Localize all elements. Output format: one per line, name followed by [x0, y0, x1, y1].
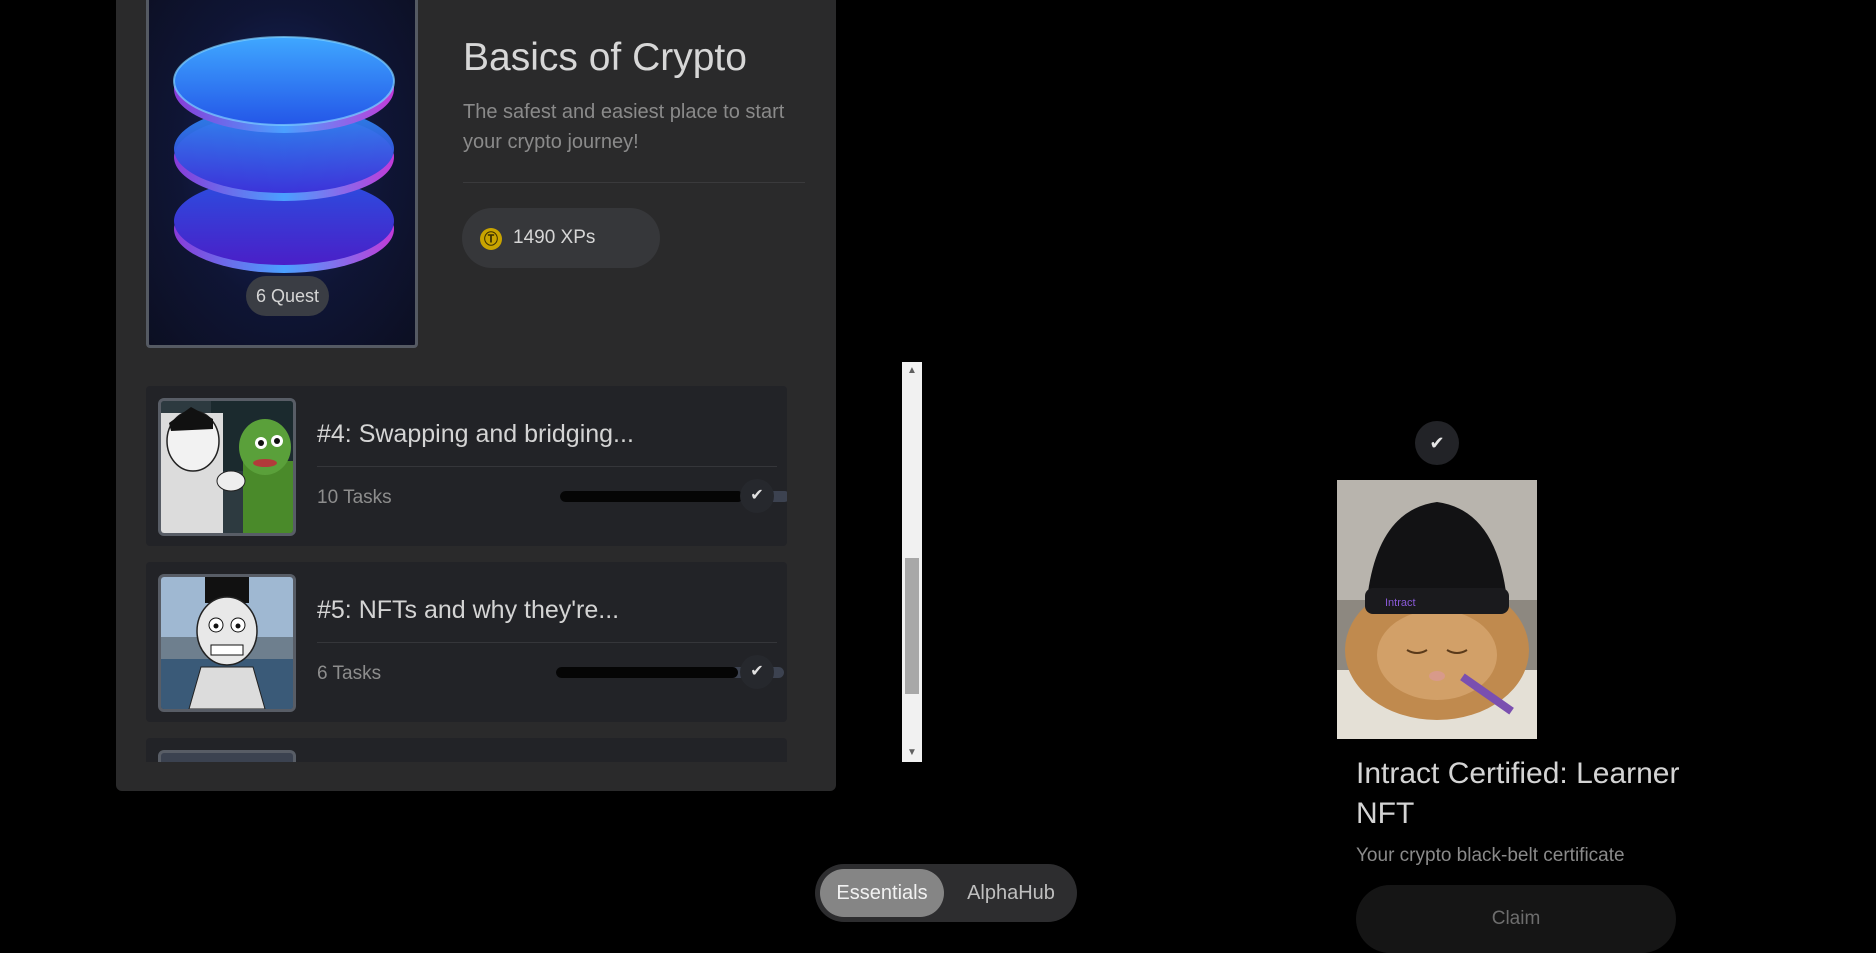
tab-alphahub[interactable]: AlphaHub	[951, 869, 1071, 917]
divider	[463, 182, 805, 183]
tab-essentials[interactable]: Essentials	[820, 869, 944, 917]
course-panel: 6 Quest Basics of Crypto The safest and …	[116, 0, 922, 791]
quest-title: #5: NFTs and why they're...	[317, 596, 620, 624]
course-cover-image: 6 Quest	[146, 0, 418, 348]
scroll-up-icon[interactable]: ▲	[902, 362, 922, 380]
cat-with-beanie-image: Intract	[1337, 480, 1537, 739]
scrollbar[interactable]: ▲ ▼	[902, 362, 922, 762]
hat-logo-text: Intract	[1385, 597, 1416, 609]
quest-thumbnail	[158, 574, 296, 712]
nft-title: Intract Certified: Learner NFT	[1356, 757, 1680, 830]
quest-title: #4: Swapping and bridging...	[317, 420, 634, 448]
claim-button[interactable]: Claim	[1356, 885, 1676, 953]
quest-card[interactable]	[146, 738, 787, 762]
quest-card[interactable]: #5: NFTs and why they're... 6 Tasks ✔	[146, 562, 787, 722]
divider	[317, 642, 777, 643]
nft-subtitle: Your crypto black-belt certificate	[1356, 845, 1625, 866]
quest-card[interactable]: #4: Swapping and bridging... 10 Tasks ✔	[146, 386, 787, 546]
course-title: Basics of Crypto	[463, 36, 747, 79]
scrollbar-thumb[interactable]	[905, 558, 919, 694]
task-count: 10 Tasks	[317, 487, 392, 508]
meme-image	[161, 577, 293, 709]
check-icon: ✔	[1415, 421, 1459, 465]
scroll-down-icon[interactable]: ▼	[902, 744, 922, 762]
meme-image	[161, 401, 293, 533]
nft-image: Intract	[1337, 480, 1537, 739]
course-subtitle: The safest and easiest place to start yo…	[463, 101, 785, 153]
quest-thumbnail	[158, 398, 296, 536]
xp-value: 1490 XPs	[513, 227, 596, 248]
quest-list: #4: Swapping and bridging... 10 Tasks ✔	[146, 362, 787, 762]
task-count: 6 Tasks	[317, 663, 382, 684]
quest-count-badge: 6 Quest	[246, 276, 330, 316]
check-icon: ✔	[740, 655, 774, 689]
section-toggle: Essentials AlphaHub	[815, 864, 1077, 922]
quest-thumbnail	[158, 750, 296, 762]
check-icon: ✔	[740, 479, 774, 513]
coin-icon: Ⓣ	[480, 228, 502, 250]
progress-fill	[556, 667, 739, 678]
xp-badge: Ⓣ 1490 XPs	[462, 208, 660, 268]
divider	[317, 466, 777, 467]
progress-fill	[560, 491, 744, 502]
